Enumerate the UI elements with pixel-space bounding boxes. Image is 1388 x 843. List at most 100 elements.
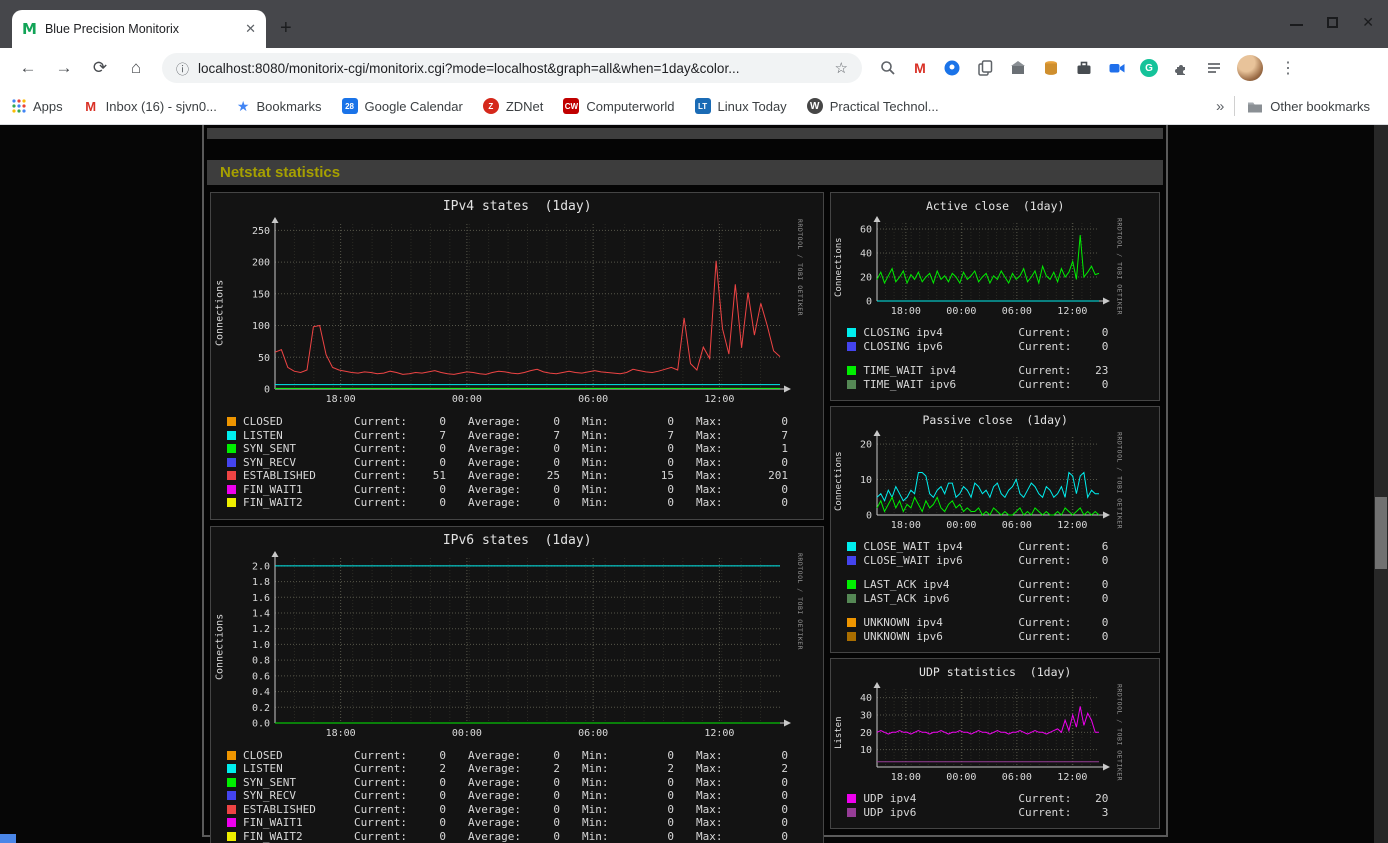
legend-stat-value: 0: [667, 442, 674, 456]
extensions-puzzle-icon[interactable]: [1171, 58, 1191, 78]
graph-body: Connections 18:00 00:00 06:00 12:00 0 20 40 60 RR…: [833, 215, 1157, 319]
browser-toolbar: ← → ⟳ ⌂ ⓘ localhost:8080/monitorix-cgi/m…: [0, 48, 1388, 88]
svg-text:00:00: 00:00: [452, 728, 482, 739]
bookmark-inbox[interactable]: M Inbox (16) - sjvn0...: [82, 98, 217, 114]
svg-text:00:00: 00:00: [947, 520, 977, 531]
chrome-menu-icon[interactable]: ⋮: [1280, 58, 1296, 78]
maximize-button[interactable]: [1327, 16, 1339, 28]
keep-icon[interactable]: [942, 58, 962, 78]
graph-canvas: 18:00 00:00 06:00 12:00 0 20 40 60: [860, 216, 1111, 317]
bookmarks-overflow-icon[interactable]: »: [1216, 98, 1224, 115]
graph-title: IPv4 states (1day): [442, 199, 592, 214]
legend-stat-key: Min:: [582, 762, 609, 776]
extension-icon[interactable]: [1008, 58, 1028, 78]
legend-spacer: [847, 605, 1157, 615]
svg-text:0.0: 0.0: [252, 718, 270, 729]
close-button[interactable]: ✕: [1362, 15, 1374, 29]
legend-stat-key: Current:: [1018, 629, 1072, 643]
svg-text:0.4: 0.4: [252, 687, 270, 698]
profile-avatar[interactable]: [1237, 55, 1263, 81]
scrollbar-thumb[interactable]: [1375, 497, 1387, 569]
home-button[interactable]: ⌂: [123, 55, 149, 81]
legend-stat-value: 1: [781, 442, 788, 456]
graph-body: Connections 18:00 00:00 06:00 12:00 0.0 0.2 0.4…: [213, 550, 821, 743]
legend-stat-key: Min:: [582, 775, 609, 789]
legend-stat-key: Current:: [1018, 539, 1072, 553]
forward-button[interactable]: →: [51, 55, 77, 81]
bookmark-google-calendar[interactable]: 28 Google Calendar: [341, 98, 463, 114]
url-text[interactable]: localhost:8080/monitorix-cgi/monitorix.c…: [198, 61, 827, 76]
legend-label: LISTEN: [243, 428, 283, 442]
reload-button[interactable]: ⟳: [87, 55, 113, 81]
copy-icon[interactable]: [975, 58, 995, 78]
legend-row: SYN_SENT Current: 0 Average: 0 Min: 0 Max: 1: [227, 442, 821, 456]
charts-column-left: IPv4 states (1day) Connections 18:00 00:00 0…: [210, 192, 825, 843]
legend-swatch: [227, 764, 236, 774]
svg-text:12:00: 12:00: [704, 728, 734, 739]
legend-stat-value: 0: [781, 455, 788, 469]
rrdtool-watermark: RRDTOOL / TOBI OETIKER: [1115, 432, 1124, 530]
rrdtool-watermark: RRDTOOL / TOBI OETIKER: [796, 219, 804, 317]
legend-stat-key: Max:: [696, 455, 723, 469]
legend-stat-key: Max:: [696, 829, 723, 843]
site-info-icon[interactable]: ⓘ: [176, 59, 189, 78]
legend-stat-value: 0: [1101, 325, 1109, 339]
minimize-button[interactable]: [1290, 19, 1304, 26]
legend-stat-key: Average:: [468, 775, 521, 789]
bookmark-star-icon[interactable]: ☆: [835, 59, 848, 77]
tab-close-icon[interactable]: ✕: [245, 21, 256, 37]
search-icon[interactable]: [878, 58, 898, 78]
legend-stat-key: Current:: [1018, 325, 1072, 339]
bookmark-bookmarks[interactable]: ★ Bookmarks: [237, 98, 322, 115]
svg-text:0.6: 0.6: [252, 671, 270, 682]
web-page: Netstat statistics IPv4 states (1day) Con…: [0, 125, 1388, 843]
briefcase-icon[interactable]: [1074, 58, 1094, 78]
legend-stat-key: Current:: [1018, 615, 1072, 629]
legend-stat-value: 2: [439, 762, 446, 776]
database-icon[interactable]: [1041, 58, 1061, 78]
graph-legend: CLOSED Current: 0 Average: 0 Min: 0 Max: 0 LISTEN…: [227, 415, 821, 510]
legend-stat-value: 2: [781, 762, 788, 776]
browser-tab[interactable]: M Blue Precision Monitorix ✕: [12, 10, 266, 48]
legend-label: TIME_WAIT ipv6: [863, 377, 957, 391]
svg-text:40: 40: [860, 249, 872, 260]
legend-label: ESTABLISHED: [243, 802, 316, 816]
svg-text:06:00: 06:00: [1002, 306, 1032, 317]
new-tab-button[interactable]: +: [280, 18, 292, 38]
legend-stat-value: 0: [553, 816, 560, 830]
legend-stat-value: 25: [546, 469, 560, 483]
svg-text:0: 0: [866, 297, 872, 308]
legend-swatch: [227, 791, 236, 801]
apps-shortcut[interactable]: Apps: [12, 99, 63, 114]
bookmark-computerworld[interactable]: CW Computerworld: [563, 98, 675, 114]
legend-stat-key: Min:: [582, 482, 609, 496]
legend-stat-value: 0: [667, 415, 674, 429]
legend-row: ESTABLISHED Current: 51 Average: 25 Min: 15 Max…: [227, 469, 821, 483]
legend-label: FIN_WAIT1: [243, 816, 303, 830]
legend-stat-value: 0: [439, 802, 446, 816]
reading-list-icon[interactable]: [1204, 58, 1224, 78]
legend-swatch: [227, 498, 236, 508]
bookmark-zdnet[interactable]: Z ZDNet: [482, 98, 543, 114]
legend-stat-key: Current:: [354, 415, 407, 429]
gmail-icon[interactable]: M: [911, 59, 929, 77]
legend-row: SYN_SENT Current: 0 Average: 0 Min: 0 Max: 0: [227, 776, 821, 790]
svg-text:18:00: 18:00: [891, 306, 921, 317]
legend-stat-key: Current:: [1018, 363, 1072, 377]
legend-label: UDP ipv4: [863, 791, 917, 805]
bookmark-practical-technology[interactable]: W Practical Technol...: [806, 98, 939, 114]
other-bookmarks-folder[interactable]: Other bookmarks: [1247, 99, 1370, 114]
svg-text:20: 20: [860, 440, 872, 451]
legend-stat-key: Current:: [354, 816, 407, 830]
legend-stat-value: 7: [781, 428, 788, 442]
camera-icon[interactable]: [1107, 58, 1127, 78]
grammarly-icon[interactable]: G: [1140, 59, 1158, 77]
legend-stat-key: Average:: [468, 762, 521, 776]
address-bar[interactable]: ⓘ localhost:8080/monitorix-cgi/monitorix…: [162, 53, 862, 83]
legend-stat-key: Min:: [582, 802, 609, 816]
legend-swatch: [847, 579, 857, 589]
legend-swatch: [847, 617, 857, 627]
bookmark-linux-today[interactable]: LT Linux Today: [694, 98, 787, 114]
back-button[interactable]: ←: [15, 55, 41, 81]
page-scrollbar[interactable]: [1374, 125, 1388, 843]
